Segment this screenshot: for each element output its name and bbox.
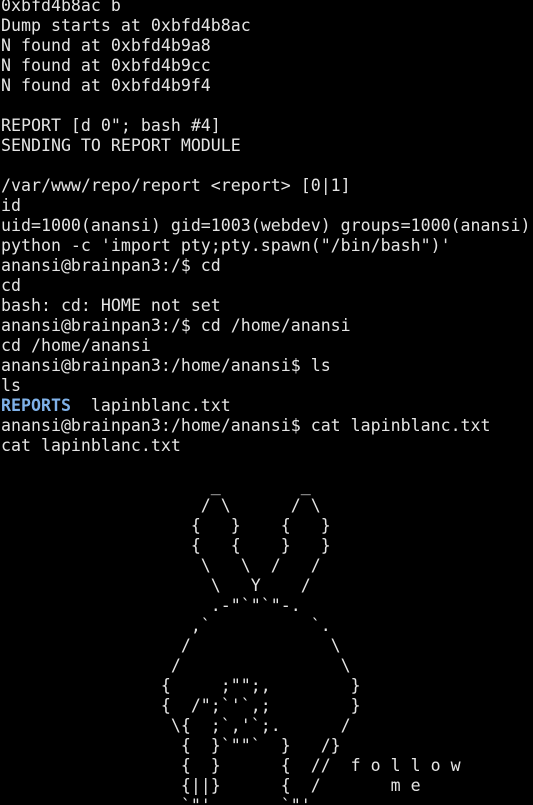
- ascii-art-line: { }`""` } /}: [1, 736, 341, 755]
- file-entry-lapinblanc: lapinblanc.txt: [70, 396, 231, 415]
- ascii-art-line: { ;"";, }: [1, 676, 361, 695]
- terminal-line: SENDING TO REPORT MODULE: [1, 136, 241, 155]
- terminal-line: bash: cd: HOME not set: [1, 296, 221, 315]
- terminal-line: cat lapinblanc.txt: [1, 436, 181, 455]
- terminal-line: N found at 0xbfd4b9cc: [1, 56, 211, 75]
- terminal-line: anansi@brainpan3:/home/anansi$ ls: [1, 356, 331, 375]
- terminal-line: ls: [1, 376, 21, 395]
- terminal-line: anansi@brainpan3:/home/anansi$ cat lapin…: [1, 416, 491, 435]
- terminal-line: /var/www/repo/report <report> [0|1]: [1, 176, 351, 195]
- terminal-line: cd /home/anansi: [1, 336, 151, 355]
- ascii-art-line: / \: [1, 656, 351, 675]
- terminal-line: anansi@brainpan3:/$ cd: [1, 256, 221, 275]
- ascii-art-line: \ Y /: [1, 576, 311, 595]
- ascii-art-line: ,` `.: [1, 616, 331, 635]
- ascii-art-line: { } { // f o l l o w: [1, 756, 461, 775]
- terminal-line: anansi@brainpan3:/$ cd /home/anansi: [1, 316, 351, 335]
- ls-output-line: REPORTS lapinblanc.txt: [1, 396, 531, 416]
- directory-entry-reports: REPORTS: [1, 396, 71, 415]
- terminal-line: id: [1, 196, 21, 215]
- terminal-line: cd: [1, 276, 21, 295]
- ascii-art-line: { } { }: [1, 516, 331, 535]
- terminal-output: 0xbfd4b8ac b Dump starts at 0xbfd4b8ac N…: [1, 0, 531, 805]
- ascii-art-line: {||} { / m e: [1, 776, 421, 795]
- ascii-art-line: `"' `"': [1, 796, 531, 805]
- ascii-art-line: { { } }: [1, 536, 331, 555]
- terminal-line: REPORT [d 0"; bash #4]: [1, 116, 221, 135]
- ascii-art-line: / \: [1, 636, 341, 655]
- terminal-line: python -c 'import pty;pty.spawn("/bin/ba…: [1, 236, 451, 255]
- ascii-art-line: _ _: [1, 476, 311, 495]
- ascii-art-line: { /";`'`,; }: [1, 696, 361, 715]
- ascii-art-line: .-"`"`"-.: [1, 596, 301, 615]
- terminal-window[interactable]: 0xbfd4b8ac b Dump starts at 0xbfd4b8ac N…: [0, 0, 533, 805]
- ascii-art-line: \ \ / /: [1, 556, 321, 575]
- ascii-art-line: / \ / \: [1, 496, 321, 515]
- terminal-line: N found at 0xbfd4b9f4: [1, 76, 211, 95]
- terminal-line: Dump starts at 0xbfd4b8ac: [1, 16, 251, 35]
- terminal-line: uid=1000(anansi) gid=1003(webdev) groups…: [1, 216, 531, 235]
- ascii-art-line: \{ ;`,'`;. /: [1, 716, 351, 735]
- terminal-line: N found at 0xbfd4b9a8: [1, 36, 211, 55]
- terminal-line: 0xbfd4b8ac b: [1, 0, 121, 15]
